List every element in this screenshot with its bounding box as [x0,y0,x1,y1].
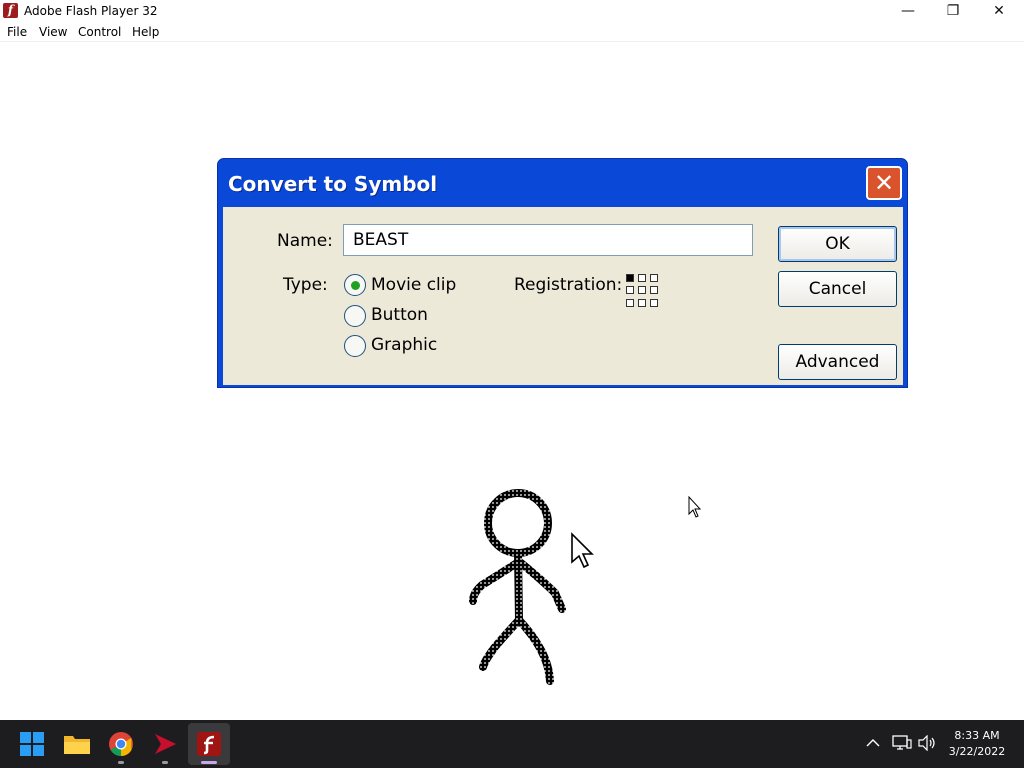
close-icon: ✕ [993,3,1005,19]
minimize-button[interactable]: — [885,0,931,22]
registration-cell-top-center[interactable] [638,274,646,282]
adobe-animate-button[interactable] [151,730,179,758]
type-label: Type: [283,275,328,295]
file-explorer-icon [64,736,90,754]
dialog-title: Convert to Symbol [228,172,438,196]
clock-time[interactable]: 8:33 AM [942,729,1012,742]
registration-cell-center[interactable] [638,286,646,295]
dialog-close-button[interactable]: ✕ [866,166,902,200]
flash-player-button[interactable] [195,730,223,758]
menu-bar: File View Control Help [0,22,1024,42]
advanced-button[interactable]: Advanced [778,344,897,380]
animate-running-indicator [162,761,168,764]
stick-figure-drawing[interactable] [455,485,585,695]
window-title: Adobe Flash Player 32 [24,4,158,18]
name-label: Name: [277,231,333,251]
restore-icon: ❐ [946,3,960,19]
registration-cell-top-right[interactable] [650,274,658,282]
volume-icon[interactable] [917,735,937,751]
registration-point-grid[interactable] [626,274,660,308]
registration-cell-bottom-left[interactable] [626,298,634,307]
window-titlebar: f Adobe Flash Player 32 — ❐ ✕ [0,0,1024,22]
registration-cell-middle-right[interactable] [650,286,658,295]
type-button-label[interactable]: Button [371,305,428,325]
menu-view[interactable]: View [39,25,67,39]
flash-player-icon [197,732,221,756]
menu-file[interactable]: File [7,25,27,39]
chrome-icon [109,732,133,756]
registration-cell-bottom-right[interactable] [650,298,658,307]
windows-start-button[interactable] [18,730,46,758]
network-icon[interactable] [892,734,912,752]
type-button-radio[interactable] [344,305,366,327]
registration-cell-top-left[interactable] [626,274,634,282]
windows-start-icon [20,732,44,756]
close-icon: ✕ [873,169,895,197]
registration-label: Registration: [514,275,623,295]
clock-date[interactable]: 3/22/2022 [942,745,1012,758]
type-movie-clip-radio[interactable] [344,274,366,296]
minimize-icon: — [901,3,915,19]
flash-active-indicator [201,761,217,764]
close-window-button[interactable]: ✕ [976,0,1022,22]
chrome-button[interactable] [107,730,135,758]
ok-button[interactable]: OK [778,226,897,262]
chrome-running-indicator [118,761,124,764]
mouse-cursor-icon [571,532,594,569]
convert-to-symbol-dialog: Convert to Symbol ✕ Name: BEAST Type: Mo… [217,158,908,388]
type-movie-clip-label[interactable]: Movie clip [371,275,456,295]
file-explorer-button[interactable] [63,730,91,758]
type-graphic-label[interactable]: Graphic [371,335,437,355]
flash-player-app-icon: f [3,3,18,18]
menu-control[interactable]: Control [78,25,121,39]
dialog-body: Name: BEAST Type: Movie clip Button Grap… [223,207,903,385]
registration-cell-middle-left[interactable] [626,286,634,295]
symbol-name-input[interactable]: BEAST [343,224,753,256]
system-cursor-icon [688,496,702,518]
taskbar: 8:33 AM 3/22/2022 [0,720,1024,768]
cancel-button[interactable]: Cancel [778,271,897,307]
chevron-up-icon[interactable] [866,738,880,748]
type-graphic-radio[interactable] [344,335,366,357]
adobe-animate-icon [155,734,176,754]
registration-cell-bottom-center[interactable] [638,298,646,307]
menu-help[interactable]: Help [132,25,159,39]
restore-button[interactable]: ❐ [930,0,976,22]
